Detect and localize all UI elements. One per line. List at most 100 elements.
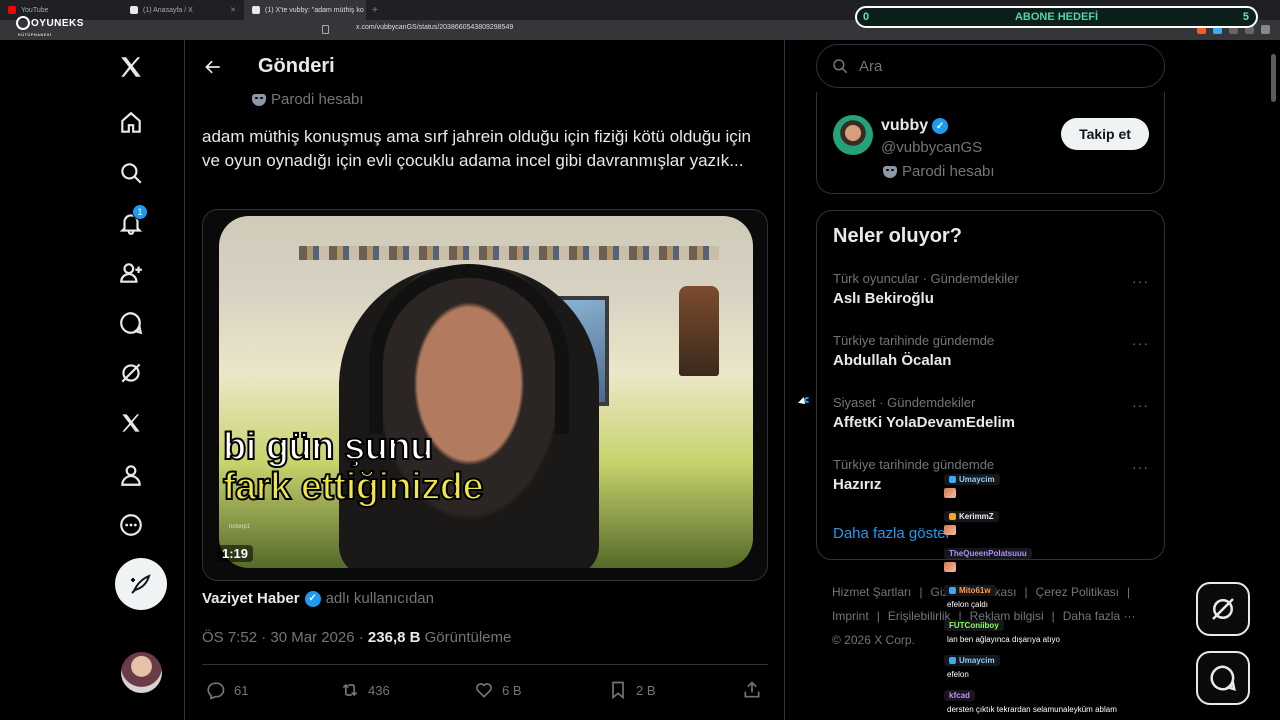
follow-button[interactable]: Takip et xyxy=(1061,118,1149,150)
author-avatar[interactable] xyxy=(833,115,873,155)
video-player[interactable]: bi gün şunu fark ettiğinizde hclonp1 xyxy=(219,216,753,568)
reply-button[interactable]: 61 xyxy=(206,680,248,700)
chat-message: Umaycim efelon xyxy=(944,655,1000,680)
tweet-media[interactable]: bi gün şunu fark ettiğinizde hclonp1 1:1… xyxy=(202,209,768,581)
grok-float-button[interactable] xyxy=(1196,582,1250,636)
post-header: Gönderi xyxy=(186,40,785,93)
chat-text: dersten çıktık tekrardan selamunaleyküm … xyxy=(944,704,1120,715)
tab-x-post[interactable]: (1) X'te vubby: "adam müthiş ko✕ xyxy=(244,0,366,20)
messages-icon[interactable] xyxy=(114,306,148,340)
like-button[interactable]: 6 B xyxy=(474,680,522,700)
notifications-icon[interactable]: 1 xyxy=(114,204,148,240)
page-title: Gönderi xyxy=(258,55,335,77)
like-count: 6 B xyxy=(502,682,522,698)
author-card: vubby ✓ @vubbycanGS Parodi hesabı Takip … xyxy=(816,92,1165,194)
repost-icon xyxy=(342,683,358,697)
profile-icon[interactable] xyxy=(114,458,148,492)
chat-username: Umaycim xyxy=(944,474,1000,485)
chat-text: lan ben ağlayınca dışarıya atıyo xyxy=(944,634,1063,645)
footer-separator: | xyxy=(876,609,880,623)
goal-target: 5 xyxy=(1242,11,1249,23)
chat-user-name: TheQueenPolatsuuu xyxy=(949,549,1027,558)
repost-button[interactable]: 436 xyxy=(340,680,390,700)
menu-icon[interactable] xyxy=(1261,25,1270,34)
more-icon[interactable] xyxy=(114,508,148,542)
more-options-icon[interactable]: ··· xyxy=(1132,459,1149,475)
tab-label: (1) Anasayfa / X xyxy=(143,6,193,14)
url-field[interactable]: x.com/vubbycanGS/status/2038660543809298… xyxy=(356,24,513,31)
chat-user-name: kfcad xyxy=(949,691,970,700)
follow-icon[interactable] xyxy=(114,256,148,290)
background-shelf xyxy=(299,246,719,260)
background-figurine xyxy=(679,286,719,376)
chat-message: KerimmZ xyxy=(944,511,999,535)
grok-icon xyxy=(1212,598,1234,620)
parody-mask-icon xyxy=(883,165,897,178)
chat-username: FUTConiiboy xyxy=(944,620,1004,631)
bookmark-button[interactable]: 2 B xyxy=(608,680,656,700)
video-caption-line2: fark ettiğinizde xyxy=(222,465,485,509)
chat-username: Mito61w xyxy=(944,585,996,596)
attribution-name[interactable]: Vaziyet Haber xyxy=(202,590,300,607)
stream-chat-overlay: Umaycim KerimmZ TheQueenPolatsuuu Mito61… xyxy=(940,474,1180,720)
media-attribution: Vaziyet Haber ✓ adlı kullanıcıdan xyxy=(202,590,434,607)
tab-label: (1) X'te vubby: "adam müthiş ko xyxy=(265,6,364,14)
tab-label: YouTube xyxy=(21,6,49,14)
grok-icon[interactable] xyxy=(114,356,148,390)
footer-link[interactable]: Imprint xyxy=(832,609,869,623)
tweet-time[interactable]: ÖS 7:52 · 30 Mar 2026 · xyxy=(202,629,368,646)
search-box[interactable]: Ara xyxy=(816,44,1165,88)
bookmark-count: 2 B xyxy=(636,682,656,698)
premium-icon[interactable] xyxy=(114,406,148,440)
scrollbar[interactable] xyxy=(1270,40,1278,720)
loading-spinner-icon xyxy=(804,397,810,403)
chat-emote-icon xyxy=(944,525,956,535)
bookmark-icon[interactable] xyxy=(322,25,329,34)
close-tab-icon[interactable]: ✕ xyxy=(230,6,236,14)
tweet-views-count: 236,8 B xyxy=(367,629,421,646)
trends-title: Neler oluyor? xyxy=(833,225,962,247)
chat-text: efelon çaldı xyxy=(944,599,996,610)
show-more-link[interactable]: Daha fazla göster xyxy=(833,525,951,542)
more-options-icon[interactable]: ··· xyxy=(1132,397,1149,413)
video-caption-line1: bi gün şunu xyxy=(222,425,434,469)
trend-context: Türkiye tarihinde gündemde xyxy=(833,333,995,348)
messages-float-button[interactable] xyxy=(1196,651,1250,705)
tweet-actions: 61 436 6 B 2 B xyxy=(202,678,768,702)
back-arrow-icon[interactable] xyxy=(200,54,226,80)
account-avatar[interactable] xyxy=(121,652,162,693)
author-name-row[interactable]: vubby ✓ xyxy=(881,117,949,135)
trend-item[interactable]: Türk oyuncular · Gündemdekiler Aslı Beki… xyxy=(833,271,1153,307)
chat-user-name: Umaycim xyxy=(959,656,995,665)
footer-link[interactable]: Hizmet Şartları xyxy=(832,585,911,599)
chat-message: kfcad dersten çıktık tekrardan selamunal… xyxy=(944,690,1120,715)
trend-item[interactable]: Türkiye tarihinde gündemde Abdullah Öcal… xyxy=(833,333,1153,369)
author-handle: @vubbycanGS xyxy=(881,139,983,156)
home-icon[interactable] xyxy=(114,106,148,140)
more-options-icon[interactable]: ··· xyxy=(1132,273,1149,289)
trend-item[interactable]: Siyaset · Gündemdekiler AffetKi YolaDeva… xyxy=(833,395,1153,431)
author-name: vubby xyxy=(881,117,929,134)
logo-mark-icon xyxy=(16,16,30,30)
tweet-meta: ÖS 7:52 · 30 Mar 2026 · 236,8 B Görüntül… xyxy=(202,629,511,646)
verified-badge-icon: ✓ xyxy=(304,590,321,607)
parody-label: Parodi hesabı xyxy=(252,91,364,108)
compose-post-button[interactable] xyxy=(115,558,167,610)
x-logo-icon[interactable] xyxy=(114,50,148,84)
parody-text: Parodi hesabı xyxy=(902,163,995,180)
verified-badge-icon: ✓ xyxy=(932,118,949,134)
trend-title: Aslı Bekiroğlu xyxy=(833,290,934,307)
more-options-icon[interactable]: ··· xyxy=(1132,335,1149,351)
parody-text: Parodi hesabı xyxy=(271,91,364,108)
search-icon[interactable] xyxy=(114,156,148,190)
new-tab-button[interactable]: + xyxy=(366,5,384,16)
video-watermark: hclonp1 xyxy=(229,524,251,530)
footer-separator: | xyxy=(919,585,923,599)
share-button[interactable] xyxy=(742,680,762,700)
tab-x-home[interactable]: (1) Anasayfa / X ✕ xyxy=(122,0,244,20)
scrollbar-thumb[interactable] xyxy=(1271,54,1276,102)
chat-message: TheQueenPolatsuuu xyxy=(944,548,1032,572)
reply-icon xyxy=(207,682,225,700)
logo-subtitle: KÜTÜPHANESİ xyxy=(18,32,52,37)
x-favicon-icon xyxy=(130,6,138,14)
